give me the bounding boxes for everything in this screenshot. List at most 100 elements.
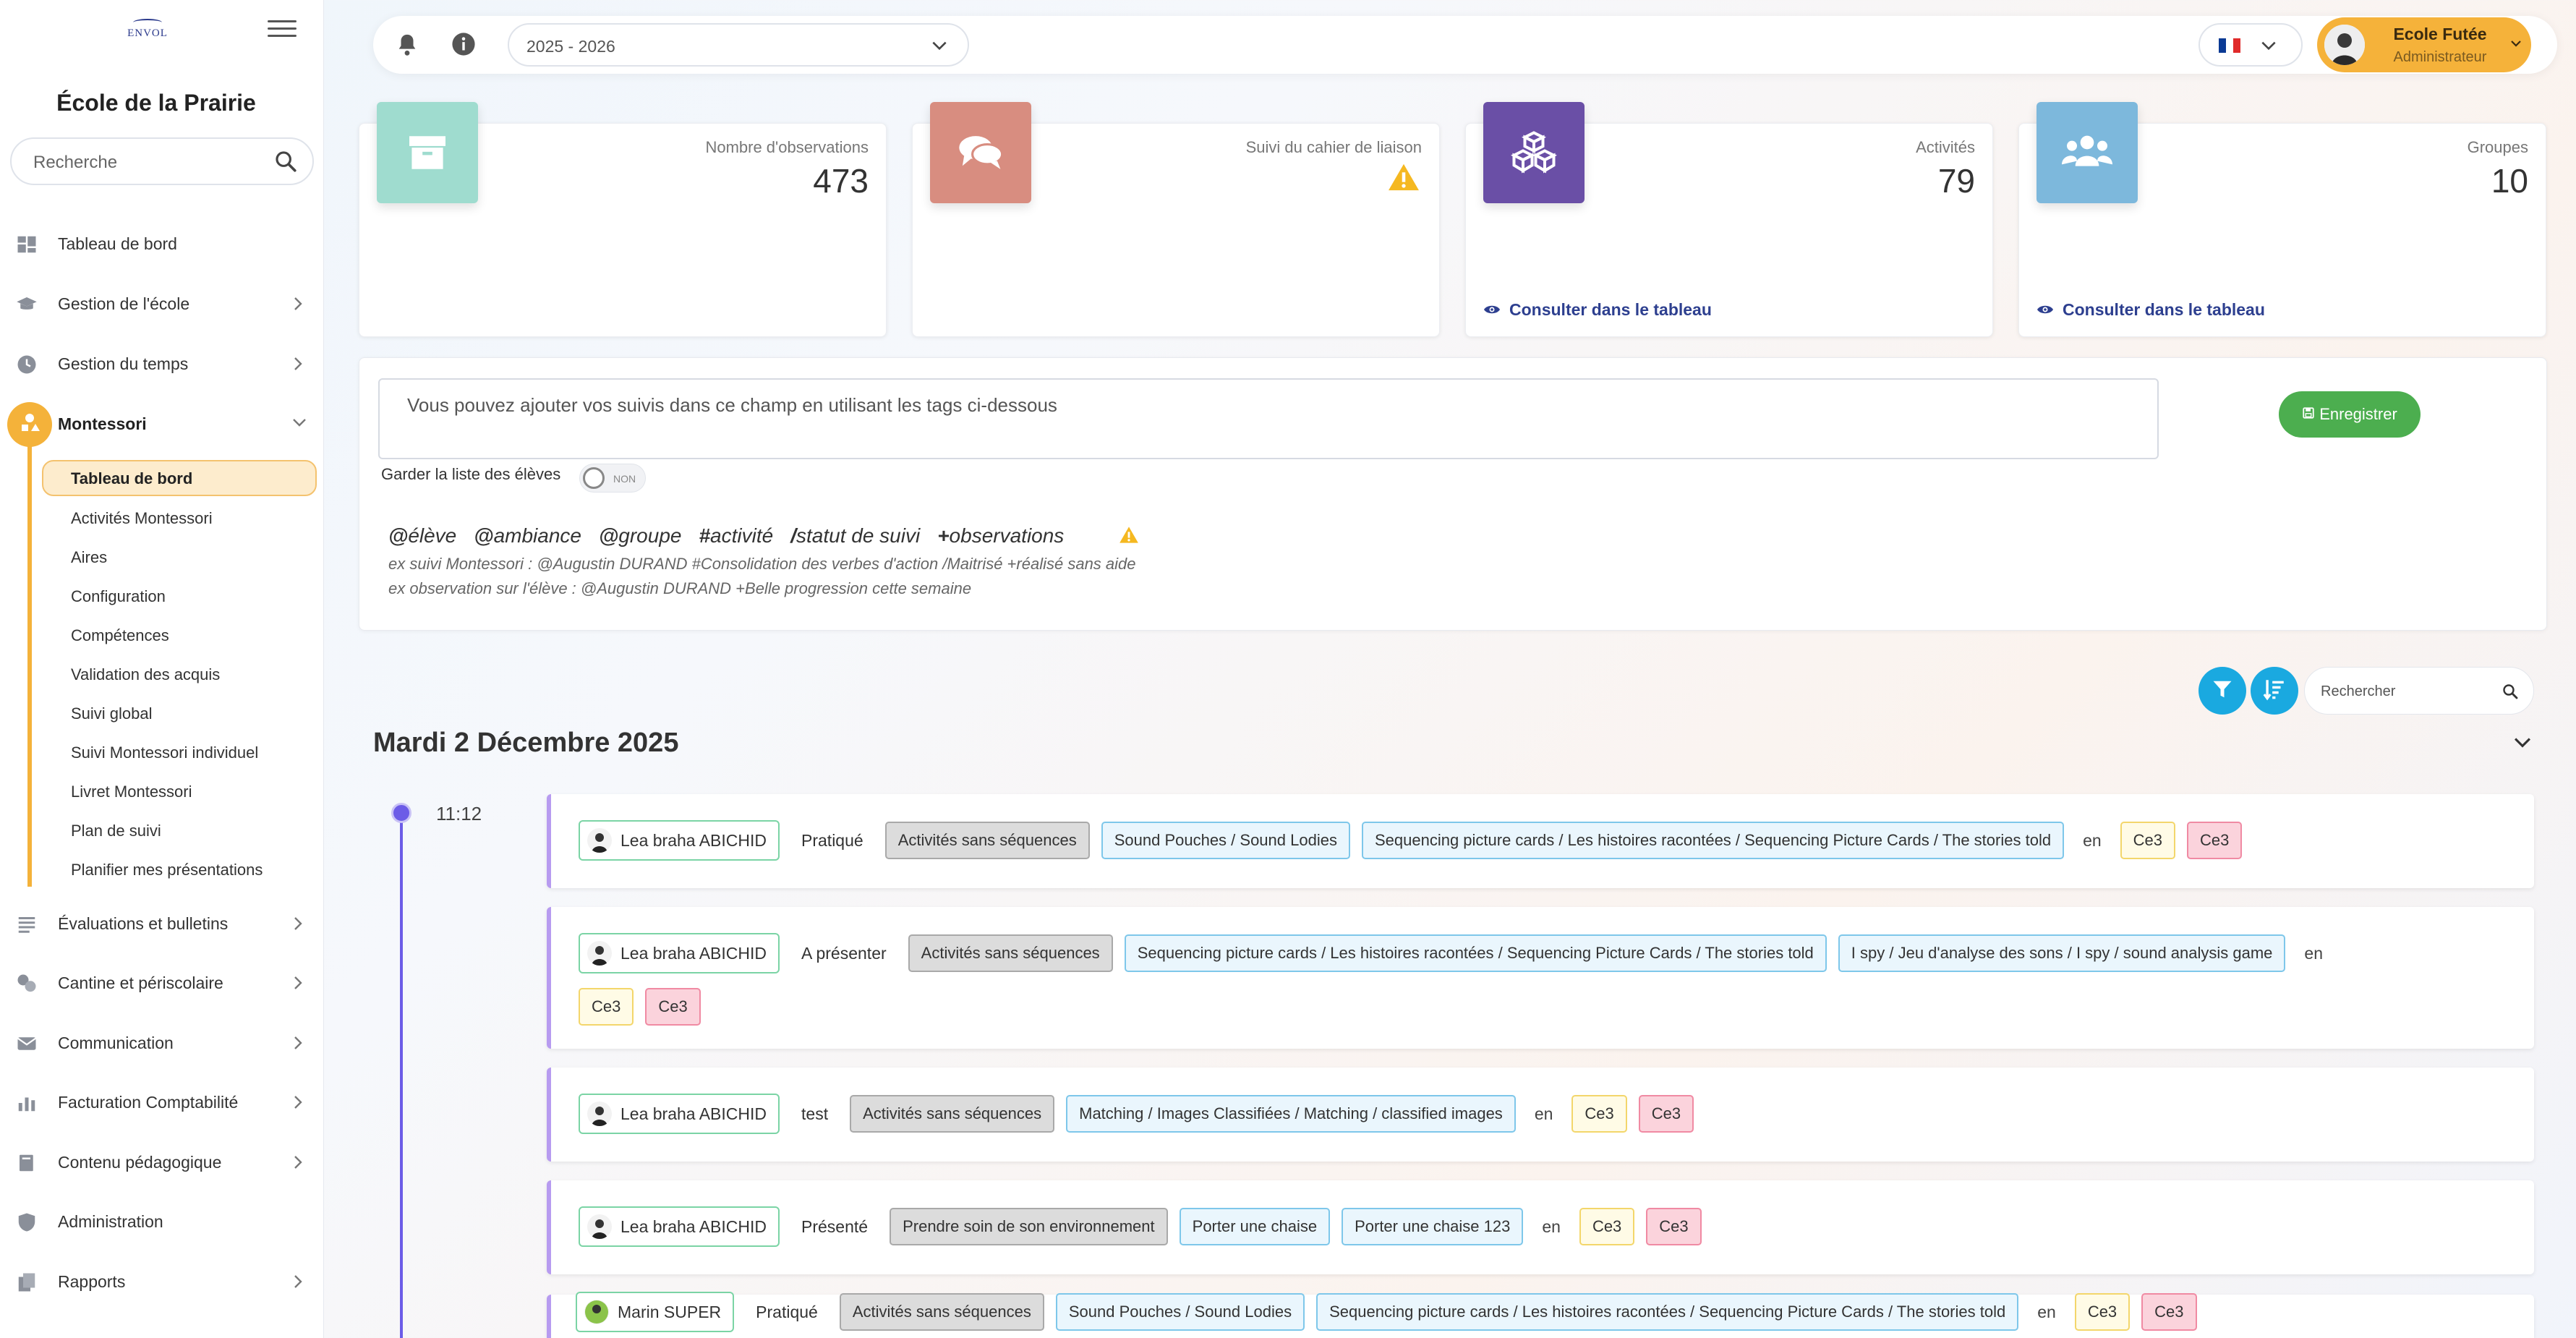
activity-chip[interactable]: Sequencing picture cards / Les histoires…	[1316, 1293, 2019, 1331]
school-year-select[interactable]: 2025 - 2026	[508, 23, 969, 67]
student-chip[interactable]: Lea braha ABICHID	[579, 933, 780, 973]
student-chip[interactable]: Marin SUPER	[576, 1292, 735, 1332]
sidebar-item-content[interactable]: Contenu pédagogique	[0, 1141, 318, 1184]
keep-students-toggle[interactable]: NON	[579, 464, 646, 493]
level-chip[interactable]: Ce3	[1571, 1095, 1627, 1133]
main-search-input[interactable]	[2321, 681, 2487, 702]
activity-chip[interactable]: Porter une chaise 123	[1342, 1208, 1524, 1245]
sub-item-label: Activités Montessori	[71, 509, 213, 527]
student-name: Marin SUPER	[618, 1302, 722, 1321]
sidebar-item-evaluations[interactable]: Évaluations et bulletins	[0, 902, 318, 945]
sub-item-global[interactable]: Suivi global	[42, 695, 317, 731]
sub-item-plan[interactable]: Plan de suivi	[42, 812, 317, 848]
student-chip[interactable]: Lea braha ABICHID	[579, 1206, 780, 1247]
class-chip[interactable]: Ce3	[2187, 822, 2243, 859]
student-chip[interactable]: Lea braha ABICHID	[579, 1094, 780, 1134]
activity-chip[interactable]: Sequencing picture cards / Les histoires…	[1361, 822, 2065, 859]
level-chip[interactable]: Ce3	[1579, 1208, 1635, 1245]
sort-button[interactable]	[2251, 667, 2298, 715]
view-in-table-link[interactable]: Consulter dans le tableau	[1483, 300, 1712, 320]
sub-item-individual[interactable]: Suivi Montessori individuel	[42, 734, 317, 770]
bell-icon[interactable]	[395, 32, 419, 61]
sub-item-activities[interactable]: Activités Montessori	[42, 500, 317, 536]
sidebar-item-billing[interactable]: Facturation Comptabilité	[0, 1081, 318, 1124]
tag-observations: +observations	[937, 524, 1065, 547]
archive-icon	[377, 102, 478, 203]
save-button[interactable]: Enregistrer	[2279, 391, 2421, 438]
sub-item-areas[interactable]: Aires	[42, 539, 317, 575]
sequence-chip[interactable]: Activités sans séquences	[839, 1293, 1044, 1331]
sidebar-item-canteen[interactable]: Cantine et périscolaire	[0, 961, 318, 1005]
sub-item-configuration[interactable]: Configuration	[42, 578, 317, 614]
sidebar-item-dashboard[interactable]: Tableau de bord	[0, 222, 318, 265]
class-chip[interactable]: Ce3	[1638, 1095, 1694, 1133]
activity-chip[interactable]: Porter une chaise	[1179, 1208, 1331, 1245]
en-label: en	[2083, 830, 2102, 850]
envelope-icon	[16, 1033, 38, 1054]
search-icon[interactable]	[2502, 683, 2519, 704]
sub-item-presentations[interactable]: Planifier mes présentations	[42, 851, 317, 887]
view-in-table-link[interactable]: Consulter dans le tableau	[2037, 300, 2265, 320]
sequence-chip[interactable]: Activités sans séquences	[884, 822, 1090, 859]
sidebar-search-input[interactable]	[33, 150, 265, 175]
language-select[interactable]	[2198, 23, 2303, 67]
sidebar-item-communication[interactable]: Communication	[0, 1021, 318, 1065]
stat-title: Suivi du cahier de liaison	[1245, 138, 1422, 156]
menu-toggle-icon[interactable]	[268, 20, 297, 41]
sub-item-booklet[interactable]: Livret Montessori	[42, 773, 317, 809]
en-label: en	[1534, 1104, 1553, 1123]
info-icon[interactable]	[451, 32, 476, 60]
timeline-entry: Lea braha ABICHID Présenté Prendre soin …	[547, 1180, 2534, 1274]
level-chip[interactable]: Ce3	[579, 988, 634, 1026]
avatar	[587, 941, 612, 966]
search-icon[interactable]	[273, 149, 298, 177]
student-chip[interactable]: Lea braha ABICHID	[579, 820, 780, 861]
level-chip[interactable]: Ce3	[2074, 1293, 2131, 1331]
toggle-text: NON	[613, 473, 636, 485]
sequence-chip[interactable]: Activités sans séquences	[850, 1095, 1055, 1133]
entry-row: Lea braha ABICHID A présenter Activités …	[579, 933, 2330, 973]
chevron-down-icon	[291, 415, 308, 433]
user-menu[interactable]: Ecole Futée Administrateur	[2317, 17, 2531, 72]
en-label: en	[2037, 1302, 2056, 1321]
warning-icon[interactable]	[1119, 526, 1139, 547]
class-chip[interactable]: Ce3	[645, 988, 701, 1026]
stat-value: 473	[813, 162, 869, 200]
timeline-entry: Lea braha ABICHID test Activités sans sé…	[547, 1068, 2534, 1162]
sidebar-item-label: Gestion du temps	[58, 354, 189, 373]
dashboard-icon	[16, 234, 38, 255]
activity-chip[interactable]: Sound Pouches / Sound Lodies	[1055, 1293, 1305, 1331]
stat-card-groups: Groupes 10 Consulter dans le tableau	[2018, 102, 2546, 337]
tag-student: @élève	[388, 524, 457, 547]
timeline-line	[400, 813, 403, 1338]
activity-chip[interactable]: Sound Pouches / Sound Lodies	[1101, 822, 1350, 859]
activity-chip[interactable]: Sequencing picture cards / Les histoires…	[1124, 934, 1827, 972]
activity-chip[interactable]: Matching / Images Classifiées / Matching…	[1066, 1095, 1516, 1133]
example-observation: ex observation sur l'élève : @Augustin D…	[388, 579, 972, 597]
eye-icon	[2037, 300, 2054, 320]
sequence-chip[interactable]: Activités sans séquences	[908, 934, 1113, 972]
chevron-right-icon	[291, 1273, 305, 1294]
sidebar-item-time[interactable]: Gestion du temps	[0, 342, 318, 385]
chevron-right-icon	[291, 1094, 305, 1115]
sub-item-label: Tableau de bord	[71, 469, 193, 487]
activity-chip[interactable]: I spy / Jeu d'analyse des sons / I spy /…	[1838, 934, 2286, 972]
filter-button[interactable]	[2198, 667, 2246, 715]
sidebar-item-school[interactable]: Gestion de l'école	[0, 282, 318, 325]
sub-item-label: Compétences	[71, 626, 169, 644]
envol-logo[interactable]: ENVOL	[127, 19, 168, 42]
sub-item-validation[interactable]: Validation des acquis	[42, 656, 317, 692]
sidebar-item-administration[interactable]: Administration	[0, 1200, 318, 1243]
sub-item-skills[interactable]: Compétences	[42, 617, 317, 653]
sidebar-item-montessori[interactable]: Montessori	[0, 402, 318, 446]
user-role: Administrateur	[2393, 49, 2487, 65]
suivi-textarea[interactable]	[378, 378, 2159, 459]
chevron-down-icon[interactable]	[2512, 735, 2533, 754]
link-label: Consulter dans le tableau	[2063, 300, 2265, 319]
sequence-chip[interactable]: Prendre soin de son environnement	[890, 1208, 1168, 1245]
class-chip[interactable]: Ce3	[2141, 1293, 2197, 1331]
sidebar-item-reports[interactable]: Rapports	[0, 1260, 318, 1303]
class-chip[interactable]: Ce3	[1646, 1208, 1702, 1245]
level-chip[interactable]: Ce3	[2120, 822, 2176, 859]
sub-item-dashboard[interactable]: Tableau de bord	[42, 460, 317, 496]
